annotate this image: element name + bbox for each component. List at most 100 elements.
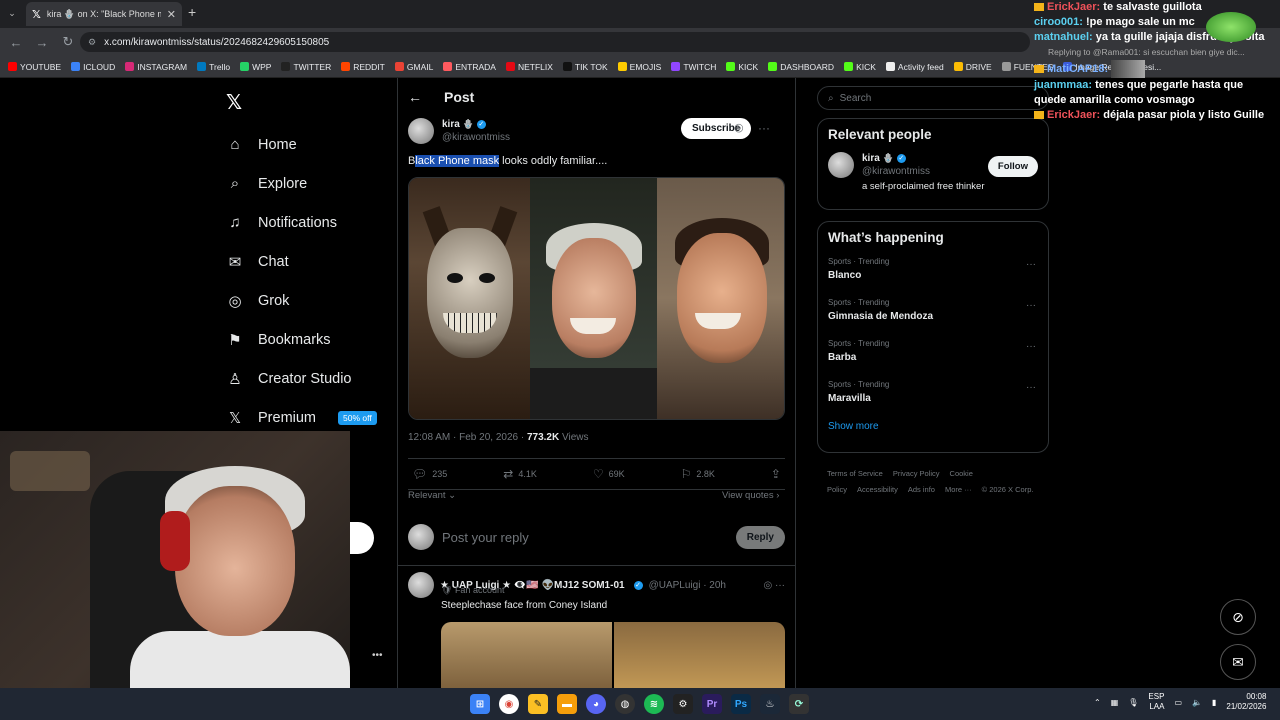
bookmark-item[interactable]: ENTRADA (443, 62, 496, 72)
search-input[interactable]: ⌕ Search (817, 86, 1049, 110)
trend-item[interactable]: Sports · Trending Maravilla ··· (818, 376, 1048, 417)
media-panel-mask[interactable] (409, 178, 531, 419)
nav-item-grok[interactable]: ◎ Grok (226, 281, 377, 320)
nav-item-notifications[interactable]: ♫ Notifications (226, 203, 377, 242)
discord-icon[interactable]: ◕ (586, 694, 606, 714)
share-action[interactable]: ⇪ (771, 467, 781, 481)
bookmark-item[interactable]: TWITTER (281, 62, 331, 72)
grok-icon[interactable]: ◎ (734, 121, 744, 134)
battery-icon[interactable]: ▮ (1212, 698, 1216, 707)
footer-link[interactable]: Ads info (908, 485, 935, 494)
footer-link[interactable]: Terms of Service (827, 469, 883, 478)
post-author[interactable]: kira 🪬 ✓ @kirawontmiss (408, 118, 510, 144)
settings-icon[interactable]: ⚙ (673, 694, 693, 714)
nav-item-explore[interactable]: ⌕ Explore (226, 164, 377, 203)
site-info-icon[interactable]: ⚙ (88, 37, 96, 48)
reply-media[interactable] (441, 622, 785, 692)
avatar[interactable] (408, 118, 434, 144)
author-handle[interactable]: @kirawontmiss (442, 131, 510, 144)
messages-float-icon[interactable]: ✉ (1220, 644, 1256, 680)
bookmark-item[interactable]: INSTAGRAM (125, 62, 187, 72)
media-panel-photo-2[interactable] (656, 178, 784, 419)
nav-item-home[interactable]: ⌂ Home (226, 125, 377, 164)
address-bar[interactable]: ⚙ x.com/kirawontmiss/status/202468242960… (80, 32, 1030, 52)
person-handle[interactable]: @kirawontmiss (862, 165, 985, 178)
trend-more-icon[interactable]: ··· (1026, 341, 1036, 352)
footer-link[interactable]: More ··· (945, 485, 972, 494)
clock[interactable]: 00:08 21/02/2026 (1226, 692, 1266, 712)
bookmark-action[interactable]: ⚐ 2.8K (681, 467, 715, 481)
forward-button[interactable]: → (34, 35, 50, 50)
steam-icon[interactable]: ♨ (760, 694, 780, 714)
trend-item[interactable]: Sports · Trending Blanco ··· (818, 253, 1048, 294)
reply-more-icon[interactable]: ◎ ··· (764, 580, 786, 591)
flag-icon[interactable]: ▦ (1111, 698, 1119, 707)
follow-button[interactable]: Follow (987, 156, 1038, 177)
reply-post[interactable]: ★ UAP Luigi ★ 👁‍🗨🇺🇸 👽MJ12 SOM1-01 ✓ @UAP… (408, 572, 786, 692)
repost-action[interactable]: ⇄ 4.1K (503, 467, 537, 481)
post-media[interactable] (408, 177, 785, 420)
account-more-icon[interactable]: ••• (372, 650, 383, 661)
bookmark-item[interactable]: YOUTUBE (8, 62, 61, 72)
bookmark-item[interactable]: ICLOUD (71, 62, 115, 72)
reply-action[interactable]: 💬︎ 235 (412, 467, 447, 481)
bookmark-item[interactable]: WPP (240, 62, 271, 72)
trend-item[interactable]: Sports · Trending Gimnasia de Mendoza ··· (818, 294, 1048, 335)
nav-item-bookmarks[interactable]: ⚑ Bookmarks (226, 320, 377, 359)
reload-button[interactable]: ↻ (60, 34, 76, 50)
reply-author-handle[interactable]: @UAPLuigi · 20h (649, 580, 726, 591)
bookmark-item[interactable]: GMAIL (394, 62, 433, 72)
author-name[interactable]: kira (442, 119, 460, 130)
footer-link[interactable]: © 2026 X Corp. (982, 485, 1034, 494)
bookmark-item[interactable]: DASHBOARD (768, 62, 834, 72)
bookmark-item[interactable]: KICK (726, 62, 758, 72)
mic-icon[interactable]: 🎙 (1128, 698, 1138, 707)
tray-expand-icon[interactable]: ⌃ (1094, 698, 1101, 707)
reply-input[interactable]: Post your reply (442, 530, 728, 545)
bookmark-item[interactable]: Trello (197, 62, 230, 72)
show-more-link[interactable]: Show more (818, 417, 1048, 442)
folder-icon[interactable]: ▬ (557, 694, 577, 714)
start-icon[interactable]: ⊞ (470, 694, 490, 714)
network-icon[interactable]: ▭ (1174, 698, 1182, 707)
trend-more-icon[interactable]: ··· (1026, 259, 1036, 270)
bookmark-item[interactable]: TIK TOK (562, 62, 608, 72)
trend-more-icon[interactable]: ··· (1026, 300, 1036, 311)
bookmark-item[interactable]: NETFLIX (505, 62, 553, 72)
relevant-person[interactable]: kira 🪬 ✓ @kirawontmiss a self-proclaimed … (818, 150, 1048, 202)
notes-icon[interactable]: ✎ (528, 694, 548, 714)
x-logo-icon[interactable]: 𝕏 (226, 90, 242, 115)
nav-item-creator-studio[interactable]: ♙ Creator Studio (226, 359, 377, 398)
reply-button[interactable]: Reply (735, 525, 785, 549)
footer-link[interactable]: Privacy Policy (893, 469, 940, 478)
bookmark-item[interactable]: TWITCH (671, 62, 716, 72)
tab-search-button[interactable]: ⌄ (4, 5, 20, 21)
view-quotes-link[interactable]: View quotes › (722, 490, 779, 501)
app-icon[interactable]: ⟳ (789, 694, 809, 714)
bookmark-item[interactable]: KICK (844, 62, 876, 72)
back-arrow-icon[interactable]: ← (408, 89, 422, 105)
reply-avatar[interactable] (408, 572, 434, 598)
close-tab-icon[interactable]: ✕ (167, 8, 176, 21)
browser-tab[interactable]: 𝕏 kira 🪬 on X: "Black Phone ma... ✕ (26, 2, 182, 26)
more-options-icon[interactable]: ··· (758, 121, 770, 135)
back-button[interactable]: ← (8, 35, 24, 50)
like-action[interactable]: ♡ 69K (593, 467, 625, 481)
person-name[interactable]: kira (862, 153, 880, 164)
nav-item-chat[interactable]: ✉ Chat (226, 242, 377, 281)
photoshop-icon[interactable]: Ps (731, 694, 751, 714)
bookmark-item[interactable]: DRIVE (953, 62, 992, 72)
grok-float-icon[interactable]: ⊘ (1220, 599, 1256, 635)
person-avatar[interactable] (828, 152, 854, 178)
bookmark-item[interactable]: REDDIT (341, 62, 385, 72)
sort-replies-dropdown[interactable]: Relevant ⌄ (408, 490, 456, 501)
media-panel-photo-1[interactable] (530, 178, 658, 419)
premiere-icon[interactable]: Pr (702, 694, 722, 714)
language-indicator[interactable]: ESP LAA (1148, 692, 1164, 712)
post-time[interactable]: 12:08 AM · Feb 20, 2026 · (408, 432, 527, 443)
trend-item[interactable]: Sports · Trending Barba ··· (818, 335, 1048, 376)
chrome-icon[interactable]: ◉ (499, 694, 519, 714)
new-tab-button[interactable]: + (188, 4, 196, 20)
bookmark-item[interactable]: Activity feed (885, 62, 944, 72)
volume-icon[interactable]: 🔈 (1192, 698, 1202, 707)
